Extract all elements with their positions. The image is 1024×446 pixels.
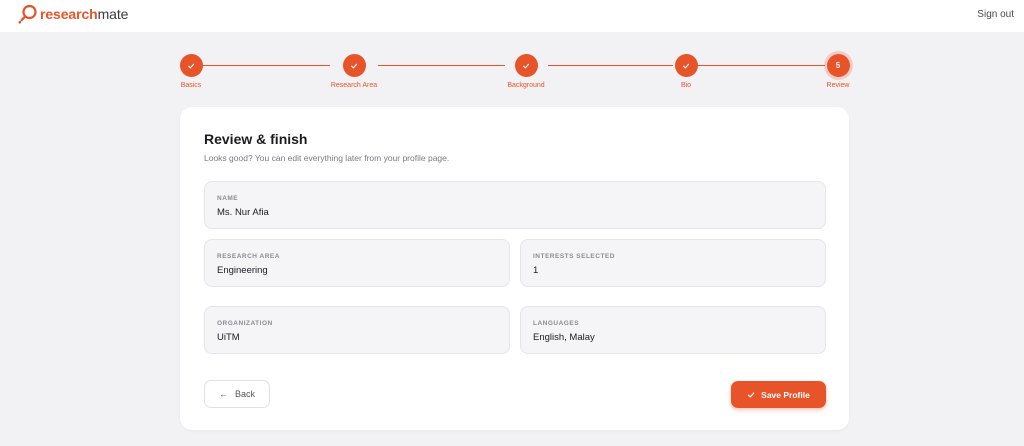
field-value: 1 — [533, 265, 539, 276]
field-value: English, Malay — [533, 332, 595, 343]
step-complete-check-icon — [342, 54, 366, 77]
back-button[interactable]: ← Back — [204, 380, 270, 408]
interests-summary: INTERESTS SELECTED 1 — [520, 239, 826, 287]
field-value: Ms. Nur Afia — [217, 207, 269, 218]
logo-text-bold: research — [40, 6, 98, 22]
page-title: Review & finish — [204, 131, 308, 147]
logo-magnifier-icon — [18, 4, 37, 24]
field-value: UiTM — [217, 332, 240, 343]
step-complete-check-icon — [179, 54, 203, 77]
languages-summary: LANGUAGES English, Malay — [520, 306, 826, 354]
step-label: Background — [507, 82, 545, 89]
back-button-label: Back — [234, 389, 255, 399]
step-review[interactable]: 5 Review — [798, 54, 878, 89]
step-label: Basics — [180, 82, 202, 89]
review-card: Review & finish Looks good? You can edit… — [180, 107, 849, 430]
step-label: Bio — [680, 82, 692, 89]
step-research-area[interactable]: Research Area — [314, 54, 394, 89]
step-bio[interactable]: Bio — [646, 54, 726, 89]
step-label: Review — [826, 82, 850, 89]
field-label: RESEARCH AREA — [217, 253, 280, 260]
field-value: Engineering — [217, 265, 268, 276]
field-label: NAME — [217, 195, 239, 202]
logo-text: researchmate — [40, 6, 128, 22]
logo-text-light: mate — [97, 6, 129, 22]
progress-stepper: Basics Research Area Background Bio 5 Re… — [0, 54, 1024, 94]
save-profile-button[interactable]: Save Profile — [731, 381, 826, 408]
field-label: LANGUAGES — [533, 320, 580, 327]
save-button-label: Save Profile — [761, 389, 810, 400]
step-basics[interactable]: Basics — [151, 54, 231, 89]
check-icon — [747, 391, 755, 398]
step-complete-check-icon — [674, 54, 698, 77]
field-label: INTERESTS SELECTED — [533, 253, 615, 260]
organization-summary: ORGANIZATION UiTM — [204, 306, 510, 354]
page-subtitle: Looks good? You can edit everything late… — [204, 153, 450, 163]
step-complete-check-icon — [514, 54, 538, 77]
arrow-left-icon: ← — [218, 389, 228, 399]
research-area-summary: RESEARCH AREA Engineering — [204, 239, 510, 287]
step-label: Research Area — [330, 82, 378, 89]
sign-out-link[interactable]: Sign out — [977, 9, 1014, 20]
brand-logo[interactable]: researchmate — [17, 4, 128, 24]
top-bar: researchmate Sign out — [0, 0, 1024, 32]
step-background[interactable]: Background — [486, 54, 566, 89]
name-summary: NAME Ms. Nur Afia — [204, 181, 826, 229]
field-label: ORGANIZATION — [217, 320, 273, 327]
step-number: 5 — [826, 54, 850, 77]
